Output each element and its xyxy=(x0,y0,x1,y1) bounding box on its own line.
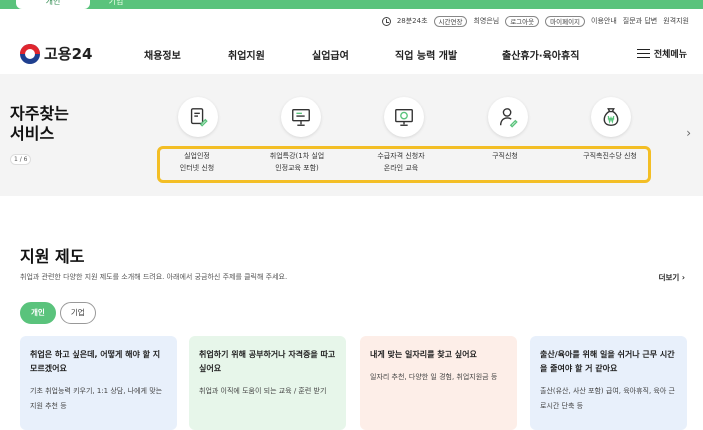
more-link[interactable]: 더보기 › xyxy=(659,272,685,283)
support-programs-section: 지원 제도 취업과 관련한 다양한 지원 제도를 소개해 드려요. 아래에서 궁… xyxy=(0,196,703,430)
service-label-line1: 수급자격 신청자 xyxy=(377,152,425,160)
card-title: 출산/육아를 위해 일을 쉬거나 근무 시간을 줄여야 할 거 같아요 xyxy=(540,350,675,373)
service-item-job-search-allowance[interactable]: 구직촉진수당 신청 xyxy=(570,150,650,162)
card-description: 일자리 추천, 다양한 일 경험, 취업지원금 등 xyxy=(370,373,498,381)
government-emblem-icon xyxy=(20,43,40,64)
all-menu-label: 전체메뉴 xyxy=(653,50,687,60)
nav-item-unemployment-benefits[interactable]: 실업급여 xyxy=(312,47,349,62)
service-label-line2: 인터넷 신청 xyxy=(179,164,215,172)
support-card-job-matching[interactable]: 내게 맞는 일자리를 찾고 싶어요 일자리 추천, 다양한 일 경험, 취업지원… xyxy=(360,336,517,430)
service-item-online-education[interactable]: 수급자격 신청자 온라인 교육 xyxy=(361,150,441,174)
service-item-employment-lecture[interactable]: 취업특강(1차 실업 인정교육 포함) xyxy=(257,150,337,174)
support-tabs: 개인 기업 xyxy=(20,302,96,324)
monitor-play-icon[interactable] xyxy=(384,97,424,137)
card-description: 기초 취업능력 키우기, 1:1 상담, 나에게 맞는 지원 추천 등 xyxy=(30,387,163,410)
support-description: 취업과 관련한 다양한 지원 제도를 소개해 드려요. 아래에서 궁금하신 주제… xyxy=(20,273,288,281)
main-navigation: 고용24 채용정보 취업지원 실업급여 직업 능력 개발 출산휴가·육아휴직 전… xyxy=(0,36,703,72)
support-tab-personal[interactable]: 개인 xyxy=(20,302,56,324)
services-pager: 1 / 6 xyxy=(10,154,32,165)
card-description: 출산(유산, 사산 포함) 급여, 육아휴직, 육아 근로시간 단축 등 xyxy=(540,387,675,410)
money-bag-icon[interactable] xyxy=(591,97,631,137)
logout-button[interactable]: 로그아웃 xyxy=(505,15,540,27)
site-logo[interactable]: 고용24 xyxy=(20,43,92,64)
services-title-line1: 자주찾는 xyxy=(10,104,69,123)
nav-item-parental-leave[interactable]: 출산휴가·육아휴직 xyxy=(502,47,579,62)
service-label-line1: 구직신청 xyxy=(492,152,518,160)
site-logo-name: 고용24 xyxy=(44,45,93,63)
utility-bar: 28분24초 시간연장 최영은님 로그아웃 마이페이지 이용안내 질문과 답변 … xyxy=(381,14,689,28)
nav-item-vocational-training[interactable]: 직업 능력 개발 xyxy=(395,47,457,62)
more-label: 더보기 xyxy=(658,273,680,282)
audience-switch-bar: 개인 기업 xyxy=(0,0,703,9)
document-pen-icon[interactable] xyxy=(178,97,218,137)
service-label-line1: 실업인정 xyxy=(184,152,210,160)
all-menu-button[interactable]: 전체메뉴 xyxy=(636,47,687,60)
support-tab-business[interactable]: 기업 xyxy=(59,302,96,324)
card-title: 취업은 하고 싶은데, 어떻게 해야 할 지 모르겠어요 xyxy=(30,350,161,373)
person-pen-icon[interactable] xyxy=(488,97,528,137)
service-label-line1: 구직촉진수당 신청 xyxy=(583,152,637,160)
nav-item-employment-support[interactable]: 취업지원 xyxy=(228,47,265,62)
chevron-right-icon[interactable]: › xyxy=(686,126,691,140)
support-title: 지원 제도 xyxy=(20,247,85,266)
service-label-line1: 취업특강(1차 실업 xyxy=(269,152,325,160)
extend-session-button[interactable]: 시간연장 xyxy=(433,15,468,27)
support-card-career-guidance[interactable]: 취업은 하고 싶은데, 어떻게 해야 할 지 모르겠어요 기초 취업능력 키우기… xyxy=(20,336,177,430)
support-card-parental-leave[interactable]: 출산/육아를 위해 일을 쉬거나 근무 시간을 줄여야 할 거 같아요 출산(유… xyxy=(530,336,687,430)
service-label-line2: 인정교육 포함) xyxy=(275,164,319,172)
card-title: 취업하기 위해 공부하거나 자격증을 따고 싶어요 xyxy=(199,350,336,373)
services-title: 자주찾는 서비스 xyxy=(10,104,69,144)
nav-item-jobs[interactable]: 채용정보 xyxy=(144,47,181,62)
services-title-line2: 서비스 xyxy=(10,124,55,143)
guide-link[interactable]: 이용안내 xyxy=(591,16,617,26)
tab-personal[interactable]: 개인 xyxy=(16,0,90,9)
support-card-training[interactable]: 취업하기 위해 공부하거나 자격증을 따고 싶어요 취업과 이직에 도움이 되는… xyxy=(189,336,346,430)
user-greeting: 최영은님 xyxy=(473,17,500,25)
qna-link[interactable]: 질문과 답변 xyxy=(623,16,657,26)
session-timer: 28분24초 xyxy=(396,17,428,25)
card-title: 내게 맞는 일자리를 찾고 싶어요 xyxy=(370,350,477,359)
tab-business[interactable]: 기업 xyxy=(90,0,142,9)
clock-icon xyxy=(381,16,391,26)
mypage-button[interactable]: 마이페이지 xyxy=(545,15,586,27)
presentation-board-icon[interactable] xyxy=(281,97,321,137)
service-label-line2: 온라인 교육 xyxy=(383,164,419,172)
service-item-unemployment-recognition[interactable]: 실업인정 인터넷 신청 xyxy=(157,150,237,174)
hamburger-icon xyxy=(636,48,650,59)
service-item-job-application[interactable]: 구직신청 xyxy=(465,150,545,162)
card-description: 취업과 이직에 도움이 되는 교육 / 훈련 받기 xyxy=(199,387,327,395)
remote-support-link[interactable]: 원격지원 xyxy=(663,16,689,26)
